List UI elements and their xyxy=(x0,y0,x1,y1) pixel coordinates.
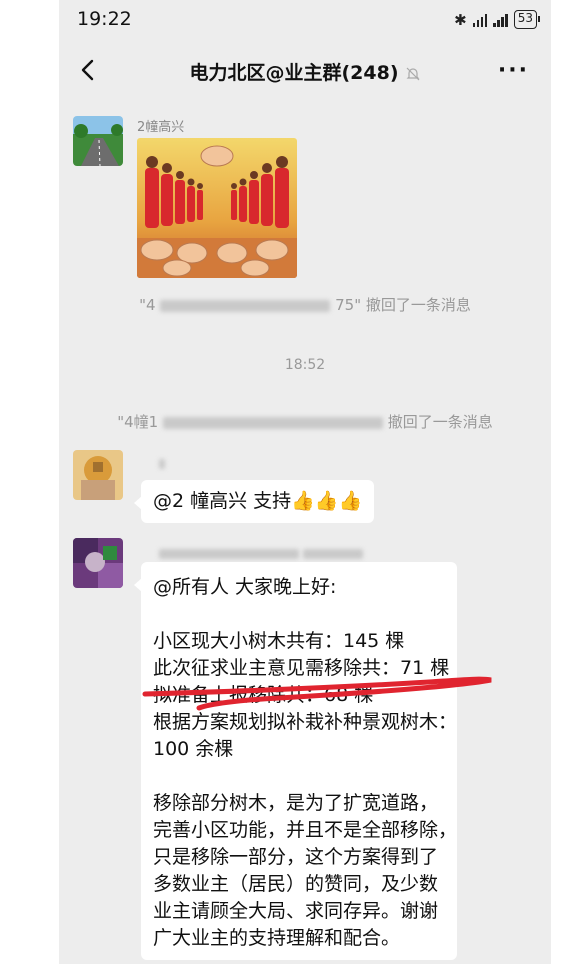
avatar-road-image xyxy=(73,116,123,166)
redacted-name xyxy=(303,548,364,559)
recall-notice-prefix: "4 xyxy=(139,296,156,314)
message-line: 100 余棵 xyxy=(153,738,234,760)
redacted-name xyxy=(162,416,383,429)
message-line: 广大业主的支持理解和配合。 xyxy=(153,927,401,949)
status-bar: 19:22 ✱ 53 xyxy=(59,0,551,40)
redacted-name xyxy=(159,548,299,559)
battery-icon: 53 xyxy=(513,10,541,29)
text-message[interactable]: @2 幢高兴 支持👍👍👍 xyxy=(133,480,375,523)
sender-name xyxy=(159,456,165,471)
sender-name xyxy=(159,546,364,561)
avatar-blurred-image xyxy=(73,538,123,588)
message-line: 完善小区功能，并且不是全部移除， xyxy=(153,819,458,841)
message-line xyxy=(153,763,445,790)
chat-timestamp: 18:52 xyxy=(284,357,326,373)
applause-sticker-image xyxy=(137,138,297,278)
message-line: 移除部分树木，是为了扩宽道路， xyxy=(153,792,439,814)
cellular-signal-icon xyxy=(493,13,508,27)
sender-name: 2幢高兴 xyxy=(137,120,185,135)
mute-bell-icon xyxy=(406,67,419,80)
message-line: 多数业主（居民）的赞同，及少数 xyxy=(153,873,439,895)
recall-notice: "4幢1 撤回了一条消息 xyxy=(59,411,551,432)
avatar[interactable] xyxy=(73,450,123,500)
redacted-name xyxy=(160,299,331,312)
status-time: 19:22 xyxy=(77,8,132,30)
message-line: 小区现大小树木共有：145 棵 xyxy=(153,630,405,652)
message-line: 只是移除一部分，这个方案得到了 xyxy=(153,846,439,868)
recall-notice: "4 75" 撤回了一条消息 xyxy=(59,294,551,315)
status-icons: ✱ 53 xyxy=(454,10,541,29)
wifi-signal-icon xyxy=(472,13,488,27)
group-title: 电力北区@业主群(248) xyxy=(59,58,551,85)
avatar-blurred-image xyxy=(73,450,123,500)
avatar[interactable] xyxy=(73,538,123,588)
announcement-message[interactable]: @所有人 大家晚上好: 小区现大小树木共有：145 棵 此次征求业主意见需移除共… xyxy=(134,562,458,960)
avatar[interactable] xyxy=(73,116,123,166)
message-line xyxy=(153,601,445,628)
message-text: @2 幢高兴 支持👍👍👍 xyxy=(153,490,363,512)
message-line: 业主请顾全大局、求同存异。谢谢 xyxy=(153,900,439,922)
recall-notice-text: 撤回了一条消息 xyxy=(387,413,493,431)
image-message[interactable] xyxy=(137,138,297,278)
recall-notice-mid: 75" xyxy=(335,296,362,314)
message-line: @所有人 大家晚上好: xyxy=(153,576,337,598)
red-underline-annotation xyxy=(142,676,492,711)
recall-notice-prefix: "4幢1 xyxy=(117,413,159,431)
chat-header: 电力北区@业主群(248) ··· xyxy=(59,44,551,96)
chat-screen: 19:22 ✱ 53 电力北区@业主群(248) ··· 2幢高兴 "4 75"… xyxy=(59,0,551,964)
group-title-text: 电力北区@业主群(248) xyxy=(189,62,399,84)
redacted-name xyxy=(159,458,165,469)
recall-notice-text: 撤回了一条消息 xyxy=(365,296,471,314)
more-options-icon[interactable]: ··· xyxy=(498,58,529,83)
bluetooth-icon: ✱ xyxy=(454,10,467,29)
